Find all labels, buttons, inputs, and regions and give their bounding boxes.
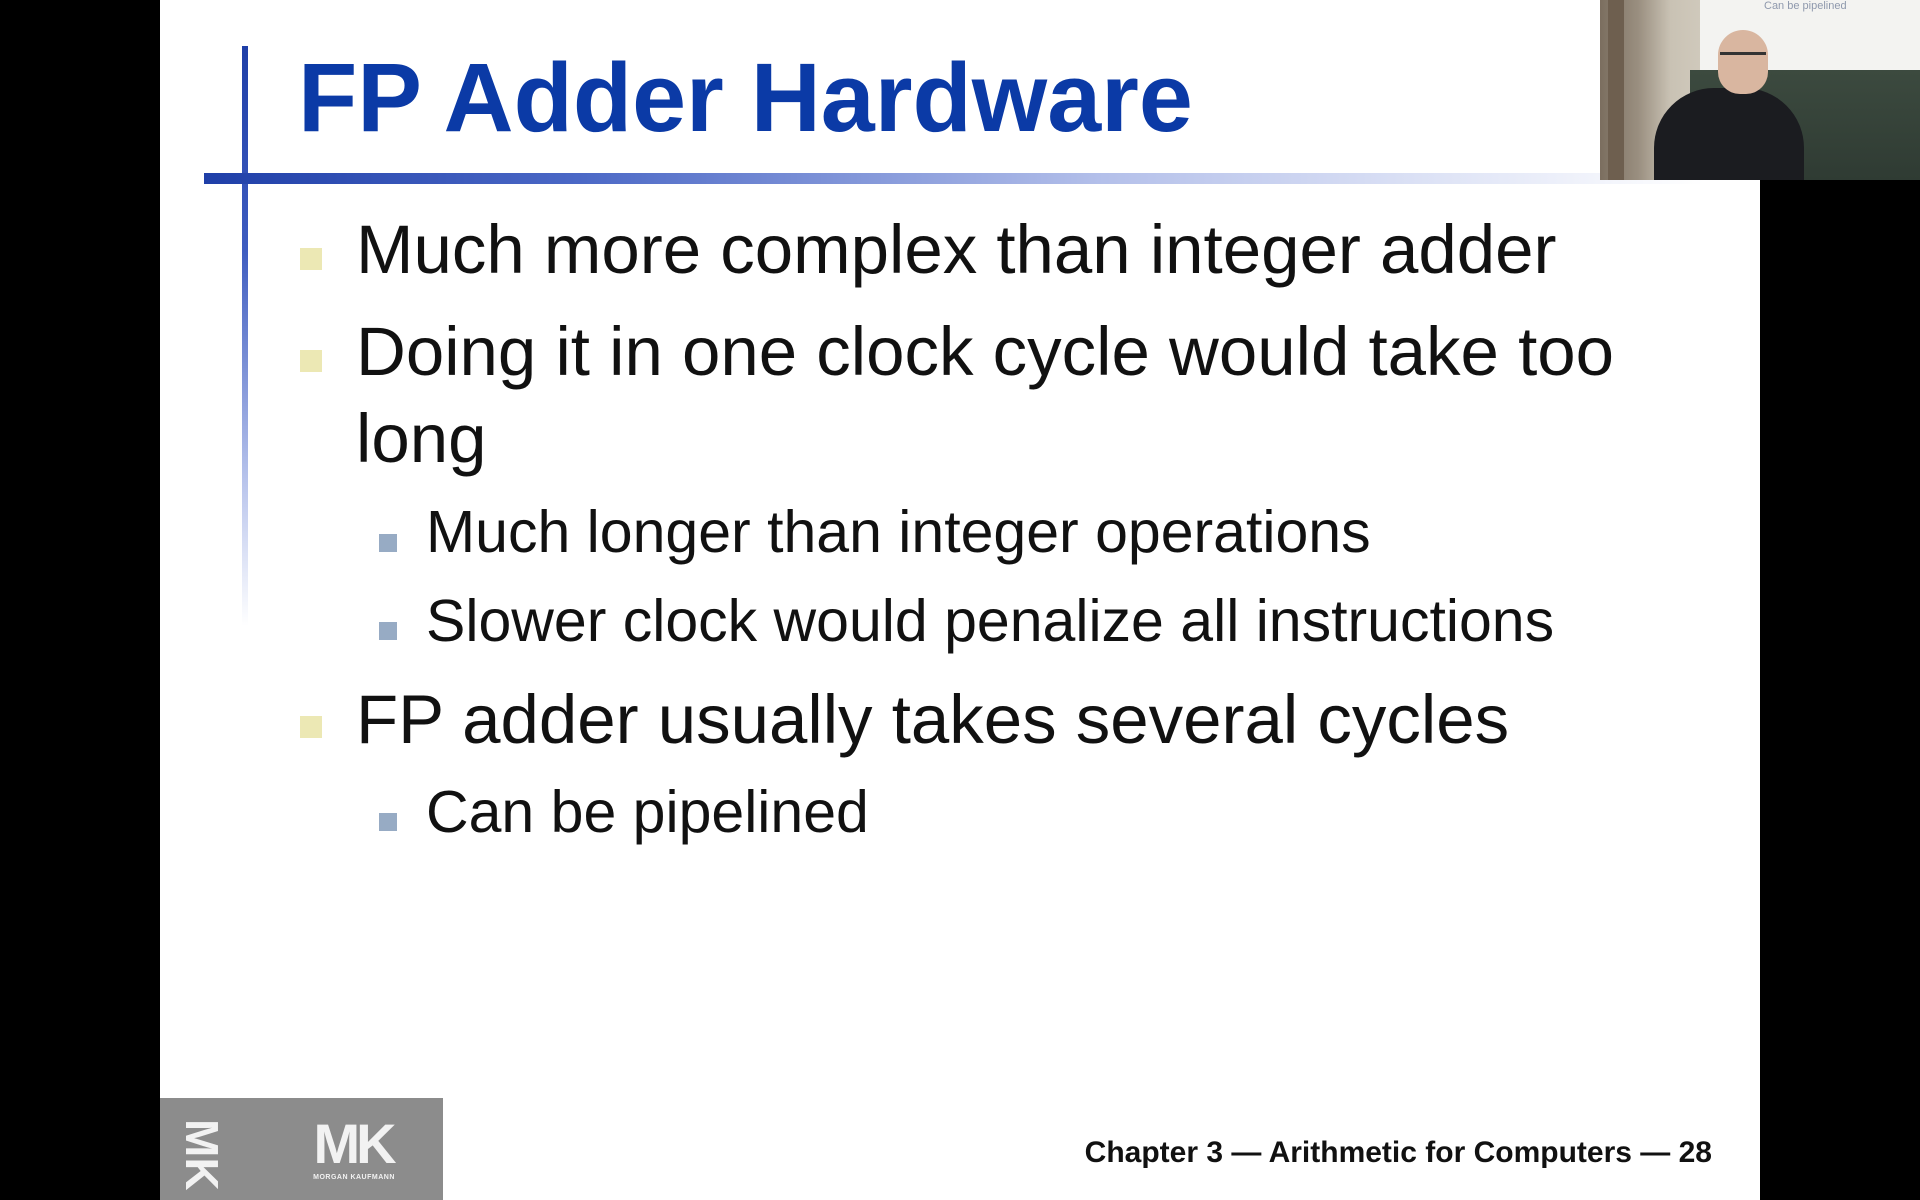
bullet-item: Much more complex than integer adder: [356, 211, 1557, 288]
webcam-thumbnail: Can be pipelined: [1600, 0, 1920, 180]
bullet-marker: [300, 248, 322, 270]
webcam-presenter-body: [1654, 88, 1804, 180]
bullet-marker: [300, 716, 322, 738]
publisher-logo: MK MK MORGAN KAUFMANN: [160, 1098, 443, 1200]
sub-bullet-marker: [379, 813, 397, 831]
presentation-slide: FP Adder Hardware Much more complex than…: [160, 0, 1760, 1200]
webcam-presenter-glasses: [1720, 52, 1766, 60]
bullet-marker: [300, 350, 322, 372]
sub-bullet-item: Can be pipelined: [426, 779, 869, 845]
webcam-presenter-head: [1718, 30, 1768, 94]
publisher-name: MORGAN KAUFMANN: [313, 1174, 395, 1181]
publisher-mark: MK: [313, 1112, 396, 1175]
bullet-list: Much more complex than integer adder Doi…: [160, 0, 1760, 1200]
slide-footer: Chapter 3 — Arithmetic for Computers — 2…: [1084, 1136, 1712, 1169]
bullet-item: Doing it in one clock cycle would take t…: [356, 313, 1615, 477]
sub-bullet-item: Much longer than integer operations: [426, 499, 1371, 565]
sub-bullet-marker: [379, 622, 397, 640]
screen: FP Adder Hardware Much more complex than…: [0, 0, 1920, 1200]
sub-bullet-item: Slower clock would penalize all instruct…: [426, 588, 1555, 654]
webcam-screen-text: Can be pipelined: [1764, 0, 1847, 12]
publisher-side-mark: MK: [176, 1119, 228, 1191]
bullet-item: FP adder usually takes several cycles: [356, 681, 1510, 758]
webcam-door-frame: [1608, 0, 1624, 180]
sub-bullet-marker: [379, 534, 397, 552]
